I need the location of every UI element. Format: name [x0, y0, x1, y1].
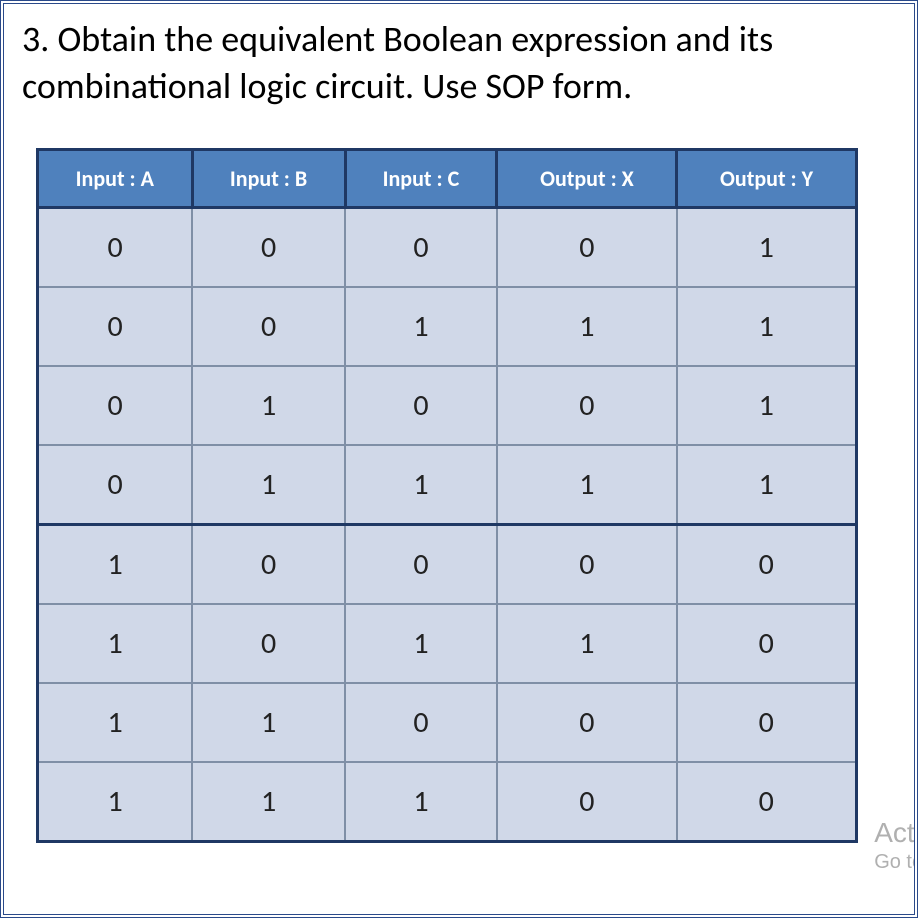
cell: 0: [192, 287, 345, 366]
watermark-line2: Go to S: [874, 850, 918, 874]
cell: 0: [497, 207, 677, 287]
table-row: 1 0 0 0 0: [38, 524, 857, 604]
table-header-row: Input : A Input : B Input : C Output : X…: [38, 149, 857, 207]
cell: 0: [38, 445, 193, 525]
cell: 1: [497, 604, 677, 683]
cell: 0: [38, 287, 193, 366]
cell: 1: [677, 287, 856, 366]
cell: 1: [38, 683, 193, 762]
cell: 1: [345, 604, 497, 683]
cell: 0: [497, 366, 677, 445]
cell: 1: [192, 445, 345, 525]
cell: 1: [345, 762, 497, 842]
cell: 0: [677, 604, 856, 683]
cell: 0: [345, 207, 497, 287]
col-header-y: Output : Y: [677, 149, 856, 207]
cell: 0: [192, 524, 345, 604]
table-row: 1 1 0 0 0: [38, 683, 857, 762]
cell: 1: [345, 287, 497, 366]
cell: 0: [38, 366, 193, 445]
cell: 0: [345, 683, 497, 762]
col-header-b: Input : B: [192, 149, 345, 207]
cell: 1: [677, 366, 856, 445]
cell: 1: [38, 762, 193, 842]
cell: 1: [192, 762, 345, 842]
cell: 1: [345, 445, 497, 525]
cell: 0: [192, 604, 345, 683]
cell: 0: [677, 683, 856, 762]
cell: 1: [192, 683, 345, 762]
question-text: 3. Obtain the equivalent Boolean express…: [22, 16, 896, 110]
table-row: 1 0 1 1 0: [38, 604, 857, 683]
cell: 0: [192, 207, 345, 287]
col-header-x: Output : X: [497, 149, 677, 207]
truth-table: Input : A Input : B Input : C Output : X…: [36, 148, 858, 843]
cell: 0: [497, 762, 677, 842]
document-frame: 3. Obtain the equivalent Boolean express…: [0, 0, 918, 918]
cell: 1: [677, 207, 856, 287]
cell: 1: [497, 287, 677, 366]
cell: 1: [497, 445, 677, 525]
cell: 0: [345, 366, 497, 445]
watermark-line1: Activ: [874, 816, 918, 850]
col-header-c: Input : C: [345, 149, 497, 207]
cell: 1: [192, 366, 345, 445]
cell: 0: [677, 524, 856, 604]
cell: 1: [677, 445, 856, 525]
table-row: 0 0 0 0 1: [38, 207, 857, 287]
cell: 0: [677, 762, 856, 842]
table-row: 0 1 0 0 1: [38, 366, 857, 445]
activation-watermark: Activ Go to S: [874, 816, 918, 874]
table-row: 0 1 1 1 1: [38, 445, 857, 525]
cell: 0: [345, 524, 497, 604]
cell: 0: [497, 683, 677, 762]
cell: 0: [497, 524, 677, 604]
table-row: 1 1 1 0 0: [38, 762, 857, 842]
cell: 0: [38, 207, 193, 287]
table-row: 0 0 1 1 1: [38, 287, 857, 366]
cell: 1: [38, 604, 193, 683]
col-header-a: Input : A: [38, 149, 193, 207]
cell: 1: [38, 524, 193, 604]
